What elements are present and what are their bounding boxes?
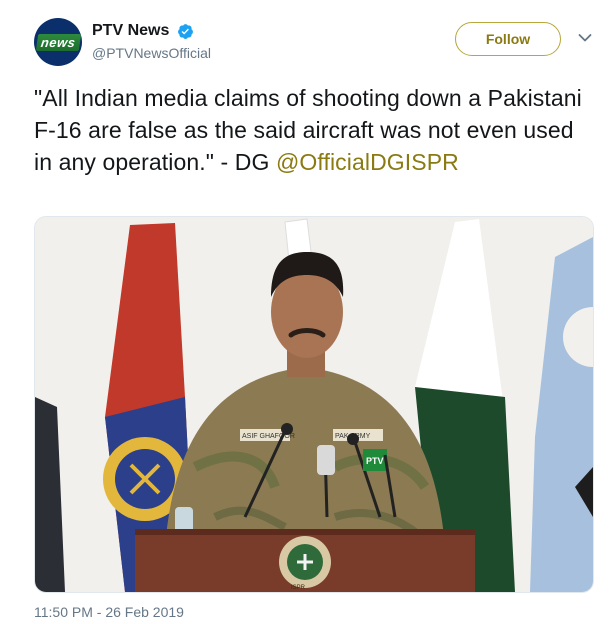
tweet-header: news PTV News @PTVNewsOfficial Follow [34, 14, 594, 70]
display-name[interactable]: PTV News [92, 22, 169, 40]
user-info[interactable]: PTV News @PTVNewsOfficial [92, 22, 211, 61]
tweet-text: "All Indian media claims of shooting dow… [34, 82, 594, 178]
user-handle[interactable]: @PTVNewsOfficial [92, 45, 211, 61]
avatar-logo-text: news [35, 33, 81, 51]
avatar[interactable]: news [34, 18, 82, 66]
mic-label: PTV [366, 456, 384, 466]
podium-lettering: ISPR [291, 585, 306, 591]
chevron-down-icon[interactable] [578, 33, 592, 43]
tweet-timestamp[interactable]: 11:50 PM - 26 Feb 2019 [34, 604, 184, 620]
follow-button[interactable]: Follow [455, 22, 561, 56]
press-conference-photo: ASIF GHAFOOR PAK ARMY PTV ISPR [35, 217, 593, 592]
verified-badge-icon [177, 23, 193, 39]
mention-link[interactable]: @OfficialDGISPR [276, 149, 459, 175]
tweet-media-image[interactable]: ASIF GHAFOOR PAK ARMY PTV ISPR [34, 216, 594, 593]
